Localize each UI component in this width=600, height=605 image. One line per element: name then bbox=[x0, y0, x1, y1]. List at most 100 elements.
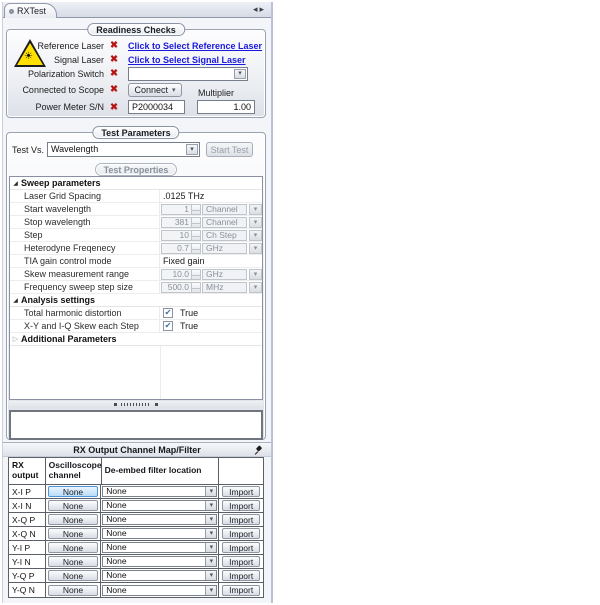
unit-dropdown-icon[interactable]: ▾ bbox=[249, 243, 262, 254]
unit-dropdown-icon[interactable]: ▾ bbox=[249, 282, 262, 293]
tab-rxtest[interactable]: RXTest bbox=[4, 3, 57, 18]
import-button[interactable]: Import bbox=[222, 486, 260, 497]
rx-channel-map-table: RX output Oscilloscope channel De-embed … bbox=[8, 457, 264, 598]
unit-dropdown-icon[interactable]: ▾ bbox=[249, 230, 262, 241]
category-analysis-settings[interactable]: ◢ Analysis settings bbox=[10, 294, 262, 307]
filter-location-combo[interactable]: None▾ bbox=[102, 486, 217, 497]
unit-dropdown-icon[interactable]: ▾ bbox=[249, 204, 262, 215]
import-button[interactable]: Import bbox=[222, 556, 260, 567]
checkbox-checked-icon[interactable]: ✔ bbox=[163, 308, 173, 318]
spinner-buttons[interactable] bbox=[192, 243, 201, 254]
import-button[interactable]: Import bbox=[222, 542, 260, 553]
property-row-tia-gain[interactable]: TIA gain control mode Fixed gain bbox=[10, 255, 262, 268]
splitter-bar[interactable] bbox=[9, 401, 263, 408]
value-spinbox[interactable]: 381 bbox=[161, 217, 192, 228]
import-button[interactable]: Import bbox=[222, 528, 260, 539]
import-button[interactable]: Import bbox=[222, 500, 260, 511]
spinner-buttons[interactable] bbox=[192, 269, 201, 280]
filter-location-combo[interactable]: None▾ bbox=[102, 585, 217, 596]
value-spinbox[interactable]: 500.0 bbox=[161, 282, 192, 293]
value-spinbox[interactable]: 1 bbox=[161, 204, 192, 215]
category-sweep-parameters[interactable]: ◢ Sweep parameters bbox=[10, 177, 262, 190]
property-row-skew-range[interactable]: Skew measurement range 10.0 GHz ▾ bbox=[10, 268, 262, 281]
expander-open-icon[interactable]: ◢ bbox=[10, 180, 21, 187]
scroll-right-icon[interactable]: ▸ bbox=[259, 4, 266, 14]
readiness-checks-title: Readiness Checks bbox=[87, 23, 185, 36]
rx-map-title: RX Output Channel Map/Filter bbox=[73, 445, 201, 455]
rx-map-header[interactable]: RX Output Channel Map/Filter bbox=[3, 442, 271, 457]
filter-location-combo[interactable]: None ▾ bbox=[102, 570, 217, 581]
chevron-down-icon[interactable]: ▾ bbox=[205, 557, 216, 566]
spinner-buttons[interactable] bbox=[192, 282, 201, 293]
import-button[interactable]: Import bbox=[222, 585, 260, 596]
import-button[interactable]: Import bbox=[222, 514, 260, 525]
filter-location-combo[interactable]: None▾ bbox=[102, 542, 217, 553]
property-value: Fixed gain bbox=[160, 256, 205, 266]
signal-laser-fail-icon: ✖ bbox=[104, 54, 124, 65]
chevron-down-icon[interactable]: ▾ bbox=[205, 529, 216, 538]
rx-output-label: X-I P bbox=[9, 485, 46, 498]
expander-closed-icon[interactable]: ▷ bbox=[10, 335, 21, 343]
value-spinbox[interactable]: 10 bbox=[161, 230, 192, 241]
channel-select-button[interactable]: None bbox=[48, 556, 98, 567]
channel-select-button[interactable]: None bbox=[48, 585, 98, 596]
chevron-down-icon[interactable]: ▾ bbox=[205, 515, 216, 524]
power-meter-fail-icon: ✖ bbox=[104, 102, 124, 113]
channel-select-button[interactable]: None bbox=[48, 500, 98, 511]
filter-location-value: None bbox=[106, 571, 126, 580]
connect-button[interactable]: Connect ▾ bbox=[128, 83, 182, 97]
checkbox-checked-icon[interactable]: ✔ bbox=[163, 321, 173, 331]
property-row-xy-iq-skew[interactable]: X-Y and I-Q Skew each Step ✔ True bbox=[10, 320, 262, 333]
power-meter-serial-input[interactable] bbox=[128, 100, 185, 114]
chevron-down-icon[interactable]: ▾ bbox=[186, 144, 198, 155]
unit-dropdown-icon[interactable]: ▾ bbox=[249, 217, 262, 228]
property-row-start-wavelength[interactable]: Start wavelength 1 Channel ▾ bbox=[10, 203, 262, 216]
chevron-down-icon[interactable]: ▾ bbox=[205, 543, 216, 552]
import-button[interactable]: Import bbox=[222, 570, 260, 581]
test-vs-label: Test Vs. bbox=[12, 145, 47, 155]
reference-laser-fail-icon: ✖ bbox=[104, 40, 124, 51]
spinner-buttons[interactable] bbox=[192, 204, 201, 215]
property-row-laser-grid-spacing[interactable]: Laser Grid Spacing .0125 THz bbox=[10, 190, 262, 203]
property-row-thd[interactable]: Total harmonic distortion ✔ True bbox=[10, 307, 262, 320]
property-grid: ◢ Sweep parameters Laser Grid Spacing .0… bbox=[9, 176, 263, 400]
property-row-stop-wavelength[interactable]: Stop wavelength 381 Channel ▾ bbox=[10, 216, 262, 229]
filter-location-value: None bbox=[106, 557, 126, 566]
spinner-buttons[interactable] bbox=[192, 230, 201, 241]
polarization-switch-combo[interactable]: ▾ bbox=[128, 67, 248, 81]
splitter-handle[interactable] bbox=[114, 403, 158, 406]
category-additional-parameters[interactable]: ▷ Additional Parameters bbox=[10, 333, 262, 346]
unit-dropdown-icon[interactable]: ▾ bbox=[249, 269, 262, 280]
value-spinbox[interactable]: 10.0 bbox=[161, 269, 192, 280]
chevron-down-icon[interactable]: ▾ bbox=[234, 69, 246, 79]
multiplier-input[interactable] bbox=[197, 100, 255, 114]
spinner-buttons[interactable] bbox=[192, 217, 201, 228]
channel-select-button[interactable]: None bbox=[48, 542, 98, 553]
select-reference-laser-link[interactable]: Click to Select Reference Laser bbox=[128, 41, 262, 51]
filter-location-value: None bbox=[106, 529, 126, 538]
property-row-sweep-step-size[interactable]: Frequency sweep step size 500.0 MHz ▾ bbox=[10, 281, 262, 294]
test-vs-combo[interactable]: Wavelength ▾ bbox=[47, 142, 200, 157]
connected-to-scope-row: Connected to Scope ✖ Connect ▾ Multiplie… bbox=[7, 81, 265, 98]
filter-location-combo[interactable]: None▾ bbox=[102, 514, 217, 525]
chevron-down-icon[interactable]: ▾ bbox=[205, 586, 216, 595]
channel-select-button[interactable]: None bbox=[48, 570, 98, 581]
rx-output-label: X-I N bbox=[9, 499, 46, 512]
chevron-down-icon[interactable]: ▾ bbox=[205, 487, 216, 496]
chevron-down-icon[interactable]: ▾ bbox=[205, 571, 216, 580]
property-row-step[interactable]: Step 10 Ch Step ▾ bbox=[10, 229, 262, 242]
filter-location-combo[interactable]: None ▾ bbox=[102, 556, 217, 567]
chevron-down-icon[interactable]: ▾ bbox=[205, 501, 216, 510]
expander-open-icon[interactable]: ◢ bbox=[10, 297, 21, 304]
property-row-heterodyne-frequency[interactable]: Heterodyne Freqenecy 0.7 GHz ▾ bbox=[10, 242, 262, 255]
channel-select-button[interactable]: None bbox=[48, 514, 98, 525]
start-test-button[interactable]: Start Test bbox=[206, 142, 253, 157]
channel-select-button[interactable]: None bbox=[48, 486, 98, 497]
select-signal-laser-link[interactable]: Click to Select Signal Laser bbox=[128, 55, 246, 65]
rxtest-dock-panel: RXTest ◂▸ Readiness Checks ☀ Reference L… bbox=[2, 2, 273, 603]
channel-select-button[interactable]: None bbox=[48, 528, 98, 539]
filter-location-combo[interactable]: None ▾ bbox=[102, 528, 217, 539]
filter-location-combo[interactable]: None▾ bbox=[102, 500, 217, 511]
value-spinbox[interactable]: 0.7 bbox=[161, 243, 192, 254]
pin-icon[interactable] bbox=[254, 446, 263, 455]
